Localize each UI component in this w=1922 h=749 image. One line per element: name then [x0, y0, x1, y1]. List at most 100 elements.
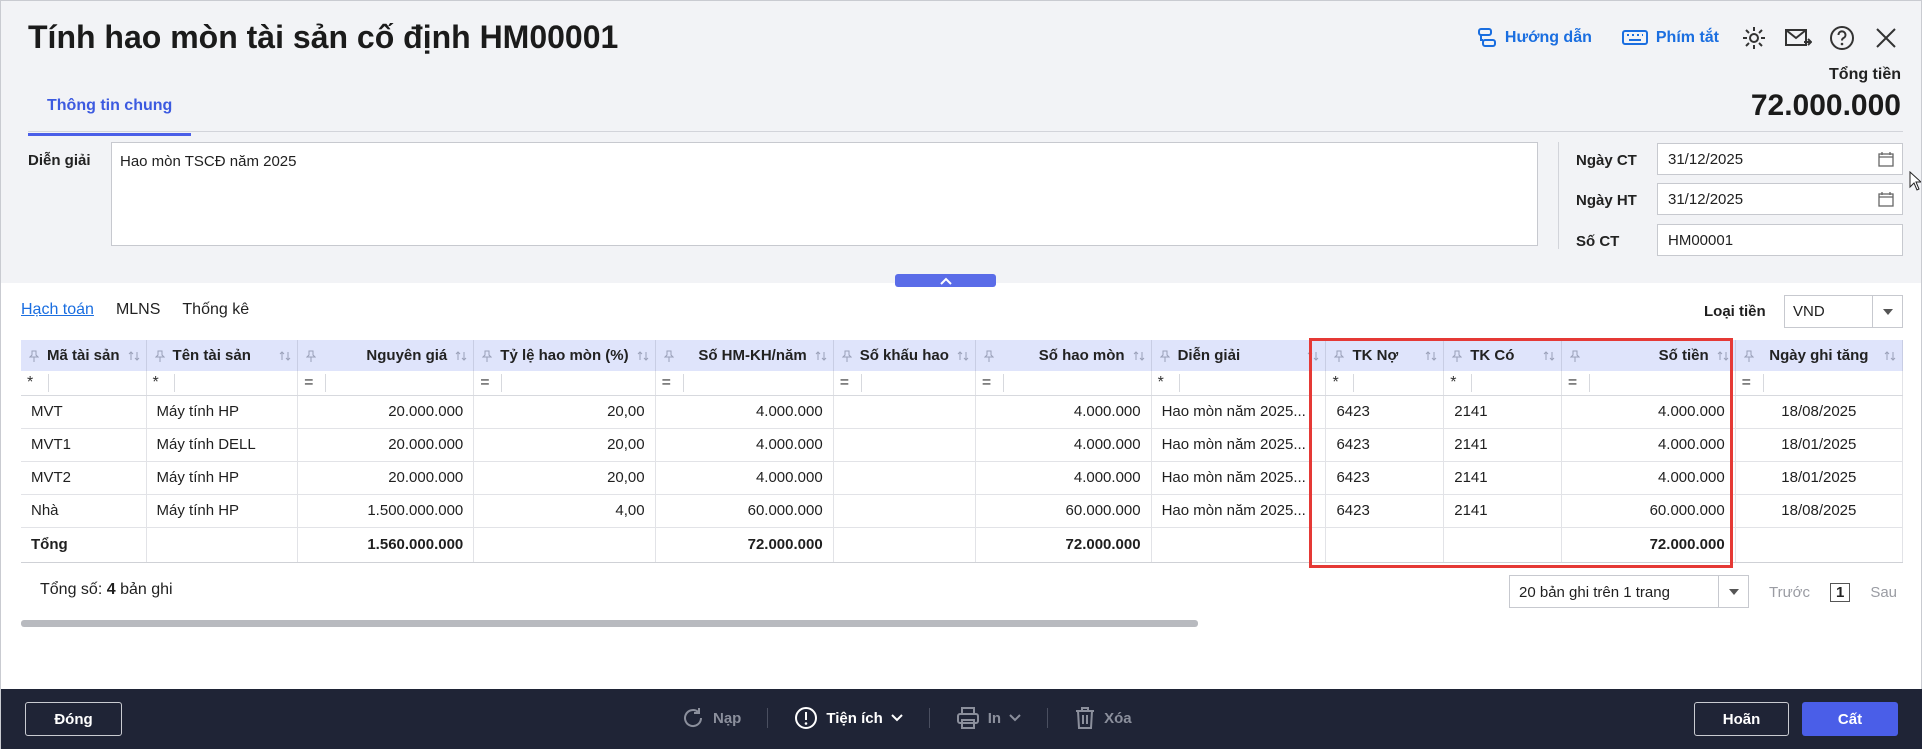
page-number[interactable]: 1	[1829, 583, 1851, 602]
filter-cell[interactable]: =	[975, 371, 1152, 396]
pin-icon[interactable]	[841, 349, 852, 366]
pin-icon[interactable]	[1452, 349, 1463, 366]
description-textarea[interactable]: Hao mòn TSCĐ năm 2025	[111, 142, 1538, 246]
table-cell: Hao mòn năm 2025...	[1151, 395, 1327, 429]
calendar-icon[interactable]	[1878, 191, 1894, 207]
filter-operator[interactable]: =	[662, 373, 684, 392]
column-header[interactable]: Số HM-KH/năm	[655, 340, 834, 371]
filter-operator[interactable]: =	[840, 373, 862, 392]
filter-cell[interactable]: =	[655, 371, 834, 396]
column-header[interactable]: TK Có	[1443, 340, 1562, 371]
help-button[interactable]	[1827, 23, 1857, 53]
send-mail-button[interactable]	[1783, 23, 1813, 53]
filter-operator[interactable]: =	[480, 373, 503, 392]
filter-cell[interactable]: =	[833, 371, 976, 396]
filter-operator[interactable]: =	[304, 373, 327, 392]
pin-icon[interactable]	[983, 349, 995, 366]
guide-icon	[1477, 28, 1496, 47]
currency-select[interactable]: VND	[1784, 295, 1903, 328]
filter-cell[interactable]: =	[473, 371, 656, 396]
pin-icon[interactable]	[482, 349, 493, 366]
pin-icon[interactable]	[28, 349, 40, 366]
filter-cell[interactable]: =	[297, 371, 475, 396]
pin-icon[interactable]	[663, 349, 674, 366]
pin-icon[interactable]	[1334, 349, 1345, 366]
save-button[interactable]: Cất	[1802, 702, 1898, 736]
sort-icon[interactable]	[279, 349, 291, 366]
horizontal-scrollbar[interactable]	[21, 620, 1198, 627]
pin-icon[interactable]	[154, 349, 165, 366]
pin-icon[interactable]	[305, 349, 317, 366]
filter-operator[interactable]: *	[153, 373, 175, 392]
next-page-button[interactable]: Sau	[1870, 584, 1897, 601]
sort-icon[interactable]	[815, 349, 827, 366]
filter-cell[interactable]: =	[1735, 371, 1903, 396]
print-button[interactable]: In	[956, 706, 1021, 730]
pin-icon[interactable]	[1569, 349, 1581, 366]
column-header[interactable]: Tên tài sản	[146, 340, 299, 371]
pin-icon[interactable]	[1159, 349, 1170, 366]
filter-operator[interactable]: =	[982, 373, 1004, 392]
delete-button[interactable]: Xóa	[1074, 706, 1132, 730]
filter-cell[interactable]: *	[1151, 371, 1327, 396]
sort-icon[interactable]	[637, 349, 649, 366]
sort-icon[interactable]	[1543, 349, 1555, 366]
sort-icon[interactable]	[455, 349, 467, 366]
calendar-icon[interactable]	[1878, 151, 1894, 167]
tab-accounting[interactable]: Hạch toán	[21, 301, 94, 322]
tab-general-info[interactable]: Thông tin chung	[28, 91, 192, 136]
posting-date-field[interactable]: 31/12/2025	[1657, 183, 1903, 215]
column-header[interactable]: Mã tài sản	[21, 340, 147, 371]
tab-statistics[interactable]: Thống kê	[182, 301, 249, 322]
filter-operator[interactable]: *	[27, 373, 49, 392]
filter-cell[interactable]: *	[1443, 371, 1562, 396]
voucher-no-field[interactable]: HM00001	[1657, 224, 1903, 256]
filter-operator[interactable]: *	[1332, 373, 1355, 392]
shortcut-link[interactable]: Phím tắt	[1621, 29, 1719, 47]
table-row[interactable]: MVT Máy tính HP 20.000.000 20,00 4.000.000 4.…	[21, 395, 1903, 429]
sort-icon[interactable]	[957, 349, 969, 366]
table-row[interactable]: Nhà Máy tính HP 1.500.000.000 4,00 60.000.00…	[21, 494, 1903, 528]
column-header[interactable]: TK Nợ	[1325, 340, 1445, 371]
help-link[interactable]: Hướng dẫn	[1477, 27, 1592, 49]
column-header[interactable]: Nguyên giá	[297, 340, 475, 371]
sort-icon[interactable]	[1717, 349, 1729, 366]
defer-button[interactable]: Hoãn	[1694, 702, 1789, 736]
sort-icon[interactable]	[1133, 349, 1145, 366]
chevron-down-icon[interactable]	[1718, 576, 1748, 607]
sort-icon[interactable]	[1425, 349, 1437, 366]
filter-operator[interactable]: *	[1450, 373, 1473, 392]
filter-cell[interactable]: =	[1561, 371, 1736, 396]
chevron-down-icon[interactable]	[1872, 296, 1902, 327]
settings-button[interactable]	[1739, 23, 1769, 53]
close-window-button[interactable]	[1871, 23, 1901, 53]
column-header[interactable]: Số hao mòn	[975, 340, 1152, 371]
filter-operator[interactable]: =	[1568, 373, 1590, 392]
column-header[interactable]: Tỷ lệ hao mòn (%)	[473, 340, 656, 371]
table-row[interactable]: MVT1 Máy tính DELL 20.000.000 20,00 4.000.00…	[21, 428, 1903, 462]
table-cell: 4.000.000	[655, 461, 834, 495]
column-header[interactable]: Ngày ghi tăng	[1735, 340, 1903, 371]
table-cell: 2141	[1443, 395, 1562, 429]
filter-operator[interactable]: =	[1742, 373, 1764, 392]
column-header[interactable]: Số tiền	[1561, 340, 1736, 371]
column-header[interactable]: Số khấu hao	[833, 340, 976, 371]
sort-icon[interactable]	[1307, 349, 1319, 366]
filter-operator[interactable]: *	[1158, 373, 1180, 392]
utilities-menu[interactable]: Tiện ích	[794, 706, 903, 730]
reload-button[interactable]: Nạp	[681, 706, 741, 730]
filter-cell[interactable]: *	[146, 371, 299, 396]
filter-cell[interactable]: *	[1325, 371, 1445, 396]
tab-mlns[interactable]: MLNS	[116, 301, 160, 322]
collapse-form-button[interactable]	[895, 274, 996, 287]
column-header[interactable]: Diễn giải	[1151, 340, 1327, 371]
page-size-select[interactable]: 20 bản ghi trên 1 trang	[1509, 575, 1749, 608]
prev-page-button[interactable]: Trước	[1769, 584, 1810, 601]
pin-icon[interactable]	[1743, 349, 1754, 366]
voucher-date-field[interactable]: 31/12/2025	[1657, 143, 1903, 175]
close-button[interactable]: Đóng	[25, 702, 122, 736]
table-row[interactable]: MVT2 Máy tính HP 20.000.000 20,00 4.000.000 4…	[21, 461, 1903, 495]
sort-icon[interactable]	[128, 349, 140, 366]
sort-icon[interactable]	[1884, 349, 1896, 366]
filter-cell[interactable]: *	[21, 371, 147, 396]
